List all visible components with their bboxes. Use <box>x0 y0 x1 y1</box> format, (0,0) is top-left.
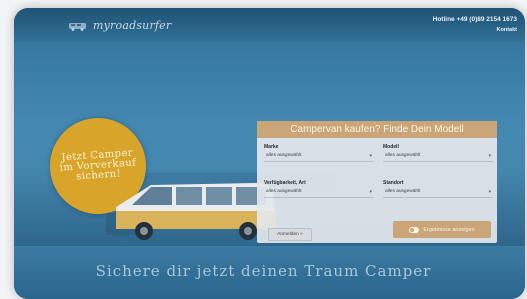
location-select-value: alles ausgewählt <box>385 189 421 194</box>
chevron-down-icon: ▾ <box>369 153 372 159</box>
logo-text: myroadsurfer <box>93 19 172 32</box>
show-results-label: Ergebnisse anzeigen <box>423 226 475 233</box>
availability-select-value: alles ausgewählt <box>266 189 302 194</box>
availability-label: Verfügbarkeit, Art <box>264 180 306 186</box>
availability-select[interactable]: alles ausgewählt ▾ <box>264 187 374 198</box>
brand-select[interactable]: alles ausgewählt ▾ <box>264 151 374 162</box>
search-panel-title: Campervan kaufen? Finde Dein Modell <box>257 121 497 138</box>
location-label: Standort <box>383 180 404 186</box>
model-select[interactable]: alles ausgewählt ▾ <box>383 151 493 162</box>
chevron-down-icon: ▾ <box>488 189 491 195</box>
banner-headline: Sichere dir jetzt deinen Traum Camper <box>95 262 432 280</box>
chevron-down-icon: ▾ <box>369 189 372 195</box>
contact-link[interactable]: Kontakt <box>497 27 517 33</box>
chevron-down-icon: ▾ <box>488 153 491 159</box>
show-results-button[interactable]: Ergebnisse anzeigen <box>393 221 491 238</box>
van-icon <box>69 22 86 31</box>
reset-button[interactable]: Anmelden » <box>268 228 312 241</box>
brand-label: Marke <box>264 144 279 150</box>
toggle-icon <box>409 226 420 233</box>
model-select-value: alles ausgewählt <box>385 153 421 158</box>
location-select[interactable]: alles ausgewählt ▾ <box>383 187 493 198</box>
site-logo[interactable]: myroadsurfer <box>68 19 171 32</box>
brand-select-value: alles ausgewählt <box>266 153 302 158</box>
model-label: Modell <box>383 144 399 150</box>
hotline-link[interactable]: Hotline +49 (0)89 2154 1673 <box>433 16 517 23</box>
